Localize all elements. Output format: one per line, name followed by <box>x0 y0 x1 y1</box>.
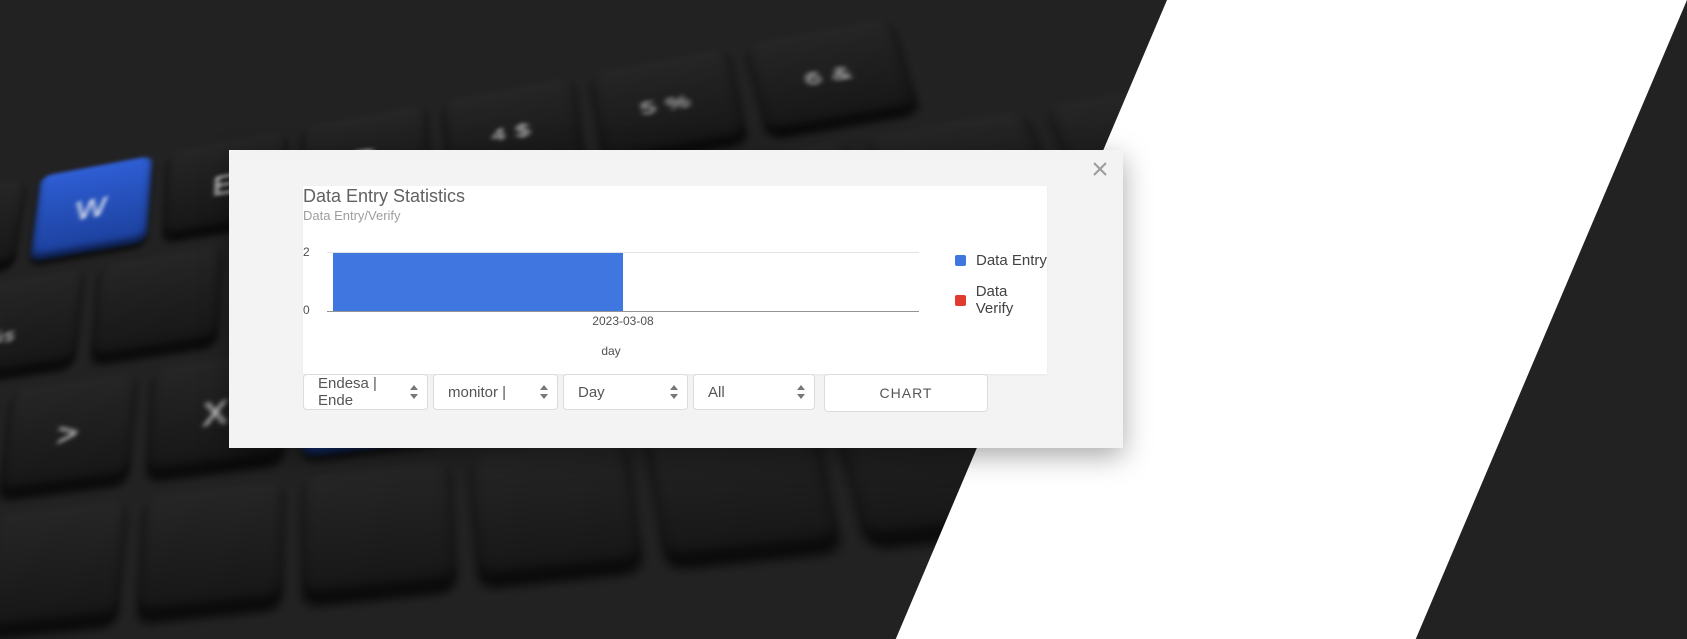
keyboard-key: Bloq Mayús <box>0 268 84 393</box>
chart-legend: Data Entry Data Verify <box>955 252 1047 317</box>
keyboard-key <box>469 437 643 583</box>
legend-item: Data Entry <box>955 252 1047 269</box>
card-subtitle: Data Entry/Verify <box>303 208 401 223</box>
statistics-modal: Data Entry Statistics Data Entry/Verify … <box>229 150 1123 448</box>
legend-item: Data Verify <box>955 283 1047 317</box>
chart-ytick: 2 <box>303 245 310 259</box>
keyboard-key <box>91 245 221 361</box>
chart-xaxis-label: day <box>601 344 620 358</box>
keyboard-key: > <box>0 372 136 496</box>
keyboard-key: Q <box>0 179 26 284</box>
select-arrows-icon <box>540 385 548 399</box>
filter-select[interactable]: All <box>693 374 815 410</box>
legend-label: Data Verify <box>976 283 1047 317</box>
period-select-value: Day <box>578 384 605 401</box>
close-button[interactable] <box>1089 158 1111 180</box>
keyboard-key: 5 % <box>590 48 747 164</box>
user-select-value: monitor | <box>448 384 506 401</box>
card-title: Data Entry Statistics <box>303 186 465 207</box>
chart-bar <box>333 253 623 311</box>
keyboard-key: 6 & <box>746 18 919 136</box>
chart-button-label: CHART <box>880 385 933 401</box>
chart-button[interactable]: CHART <box>824 374 988 412</box>
filter-select-value: All <box>708 384 725 401</box>
project-select[interactable]: Endesa | Ende <box>303 374 428 410</box>
legend-swatch <box>955 295 966 306</box>
project-select-value: Endesa | Ende <box>318 375 399 409</box>
legend-swatch <box>955 255 966 266</box>
keyboard-key <box>0 499 127 634</box>
chart-card: Data Entry Statistics Data Entry/Verify … <box>303 186 1047 374</box>
chart-plot-area <box>327 252 919 312</box>
select-arrows-icon <box>797 385 805 399</box>
chart-xtick: 2023-03-08 <box>592 314 653 328</box>
chart-ytick: 0 <box>303 303 310 317</box>
chart: day 02 2023-03-08 <box>303 252 919 330</box>
select-arrows-icon <box>670 385 678 399</box>
keyboard-key: W <box>30 155 153 262</box>
keyboard-key <box>302 459 456 601</box>
select-arrows-icon <box>410 385 418 399</box>
period-select[interactable]: Day <box>563 374 688 410</box>
close-icon <box>1092 161 1108 177</box>
legend-label: Data Entry <box>976 252 1047 269</box>
user-select[interactable]: monitor | <box>433 374 558 410</box>
controls-row: Endesa | Ende monitor | Day All CHART <box>303 374 988 412</box>
keyboard-key <box>137 480 283 619</box>
